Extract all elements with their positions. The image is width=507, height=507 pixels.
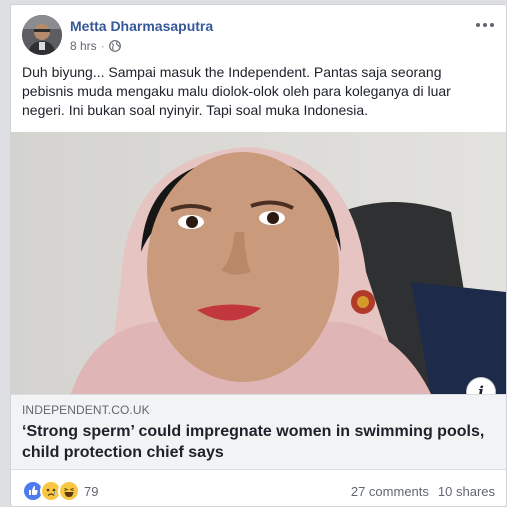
engagement-stats: 27 comments 10 shares [351,484,495,499]
link-title[interactable]: ‘Strong sperm’ could impregnate women in… [22,421,500,463]
post-meta: 8 hrs · [70,39,121,53]
post-text: Duh biyung... Sampai masuk the Independe… [22,64,451,118]
more-options-icon[interactable] [474,17,496,33]
link-preview[interactable]: INDEPENDENT.CO.UK ‘Strong sperm’ could i… [11,394,506,470]
avatar-image [22,15,62,55]
post-header: Metta Dharmasaputra 8 hrs · [11,5,506,59]
reaction-count: 79 [84,483,99,499]
link-domain: INDEPENDENT.CO.UK [22,403,150,417]
post-footer: 79 27 comments 10 shares [11,470,506,506]
meta-separator: · [100,39,105,53]
comments-count[interactable]: 27 comments [351,484,429,499]
post-card: Metta Dharmasaputra 8 hrs · Duh biyung..… [10,4,507,507]
reactions-summary[interactable]: 79 [22,480,98,502]
post-time[interactable]: 8 hrs [70,39,97,53]
author-name[interactable]: Metta Dharmasaputra [70,18,213,34]
haha-icon [58,480,80,502]
shares-count[interactable]: 10 shares [438,484,495,499]
link-preview-image[interactable] [11,132,506,394]
author-avatar[interactable] [22,15,62,55]
globe-icon[interactable] [108,40,121,52]
